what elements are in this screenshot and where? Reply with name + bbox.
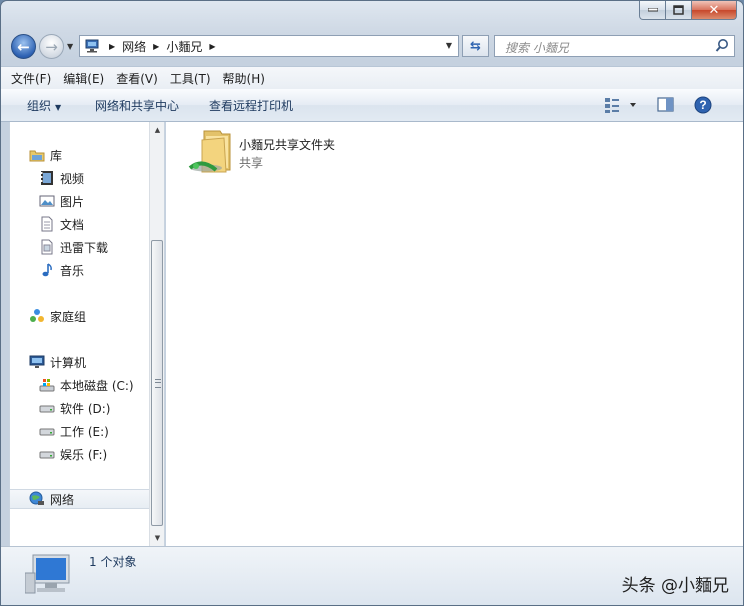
breadcrumb-separator[interactable]: ▶ [209,42,215,51]
minimize-button[interactable] [639,1,666,20]
system-drive-icon [39,379,55,392]
watermark: 头条 @小麵兄 [621,576,729,596]
drive-icon [39,405,55,413]
network-center-button[interactable]: 网络和共享中心 [95,97,179,114]
folder-type: 共享 [239,156,264,170]
help-icon[interactable]: ? [694,96,712,114]
chevron-down-icon: ▼ [55,103,62,112]
network-computer-icon [85,39,99,53]
nav-documents-label: 文档 [60,217,85,232]
nav-network[interactable]: 网络 [10,489,150,509]
documents-icon [41,216,53,232]
remote-printers-button[interactable]: 查看远程打印机 [209,97,293,114]
music-icon [42,263,52,277]
navigation-pane: 库 视频 图片 文档 迅雷下载 音乐 家庭组 计算机 本地磁盘 (C:) 软件 … [9,122,150,546]
arrow-right-icon: → [45,37,58,56]
nav-videos-label: 视频 [60,171,85,186]
drive-icon [39,428,55,436]
nav-scrollbar[interactable]: ▲ ▼ [149,122,165,546]
breadcrumb-separator[interactable]: ▶ [109,42,115,51]
nav-library[interactable]: 库 [29,145,169,165]
breadcrumb-network[interactable]: 网络 [122,38,146,55]
preview-pane-icon[interactable] [657,97,675,113]
nav-pictures-label: 图片 [60,194,85,209]
address-dropdown-icon[interactable]: ▼ [446,41,452,50]
address-bar[interactable]: ▶ 网络 ▶ 小麵兄 ▶ ▼ [79,35,459,57]
menu-bar: 文件(F) 编辑(E) 查看(V) 工具(T) 帮助(H) [1,66,743,90]
shared-folder-item[interactable]: 小麵兄共享文件夹 共享 [186,128,386,180]
search-icon[interactable] [715,38,729,54]
menu-file[interactable]: 文件(F) [11,69,51,88]
scroll-down-icon[interactable]: ▼ [150,530,165,546]
nav-drive-d-label: 软件 (D:) [60,401,111,416]
nav-homegroup[interactable]: 家庭组 [29,306,169,326]
nav-computer-label: 计算机 [50,355,87,370]
arrow-left-icon: ← [17,37,30,56]
nav-library-label: 库 [50,148,63,163]
nav-drive-c-label: 本地磁盘 (C:) [60,378,134,393]
nav-drive-f-label: 娱乐 (F:) [60,447,108,462]
menu-edit[interactable]: 编辑(E) [63,69,104,88]
status-bar: 1 个对象 头条 @小麵兄 [1,546,743,605]
nav-network-label: 网络 [50,492,75,507]
breadcrumb: ▶ 网络 ▶ 小麵兄 ▶ [102,36,223,56]
change-view-icon[interactable] [603,95,643,115]
caption-buttons: ✕ [639,1,737,20]
drive-icon [39,451,55,459]
nav-drive-e-label: 工作 (E:) [60,424,109,439]
navigation-row: ← → ▼ ▶ 网络 ▶ 小麵兄 ▶ ▼ ⇆ 搜索 小麵兄 [1,31,743,63]
nav-computer[interactable]: 计算机 [29,352,169,372]
refresh-button[interactable]: ⇆ [462,35,489,57]
item-count: 1 个对象 [89,555,137,569]
file-list: 小麵兄共享文件夹 共享 [166,122,743,546]
search-input[interactable]: 搜索 小麵兄 [494,35,735,57]
nav-thunder-downloads-label: 迅雷下载 [60,240,109,255]
svg-text:?: ? [699,98,706,112]
downloads-icon [41,239,53,255]
menu-tools[interactable]: 工具(T) [170,69,211,88]
breadcrumb-computer[interactable]: 小麵兄 [166,38,202,55]
homegroup-icon [30,309,44,322]
breadcrumb-separator[interactable]: ▶ [153,42,159,51]
forward-button[interactable]: → [39,34,64,59]
explorer-window: ✕ ← → ▼ ▶ 网络 ▶ 小麵兄 ▶ ▼ ⇆ 搜索 小麵兄 文件(F) 编辑… [0,0,744,606]
computer-icon [29,355,45,368]
video-icon [41,171,53,185]
minimize-icon [647,8,658,12]
recent-pages-dropdown[interactable]: ▼ [67,42,73,51]
pictures-icon [39,195,55,207]
menu-help[interactable]: 帮助(H) [223,69,265,88]
network-icon [29,491,44,505]
menu-view[interactable]: 查看(V) [116,69,158,88]
nav-homegroup-label: 家庭组 [50,309,87,324]
search-placeholder: 搜索 小麵兄 [505,41,569,55]
back-button[interactable]: ← [11,34,36,59]
close-button[interactable]: ✕ [692,1,737,20]
command-bar: 组织 ▼ 网络和共享中心 查看远程打印机 ? [1,89,743,122]
maximize-icon [673,5,684,15]
close-icon: ✕ [708,2,720,18]
organize-button[interactable]: 组织 ▼ [27,97,61,114]
library-icon [29,150,45,162]
scroll-thumb[interactable] [151,240,163,526]
view-controls: ? [603,95,743,115]
shared-folder-icon [188,130,231,173]
folder-name: 小麵兄共享文件夹 [239,138,336,152]
refresh-icon: ⇆ [470,38,481,54]
network-computer-icon [25,554,70,594]
nav-music-label: 音乐 [60,263,85,278]
organize-label: 组织 [27,99,52,113]
grip-icon [155,379,161,388]
maximize-button[interactable] [666,1,692,20]
scroll-up-icon[interactable]: ▲ [150,122,165,138]
